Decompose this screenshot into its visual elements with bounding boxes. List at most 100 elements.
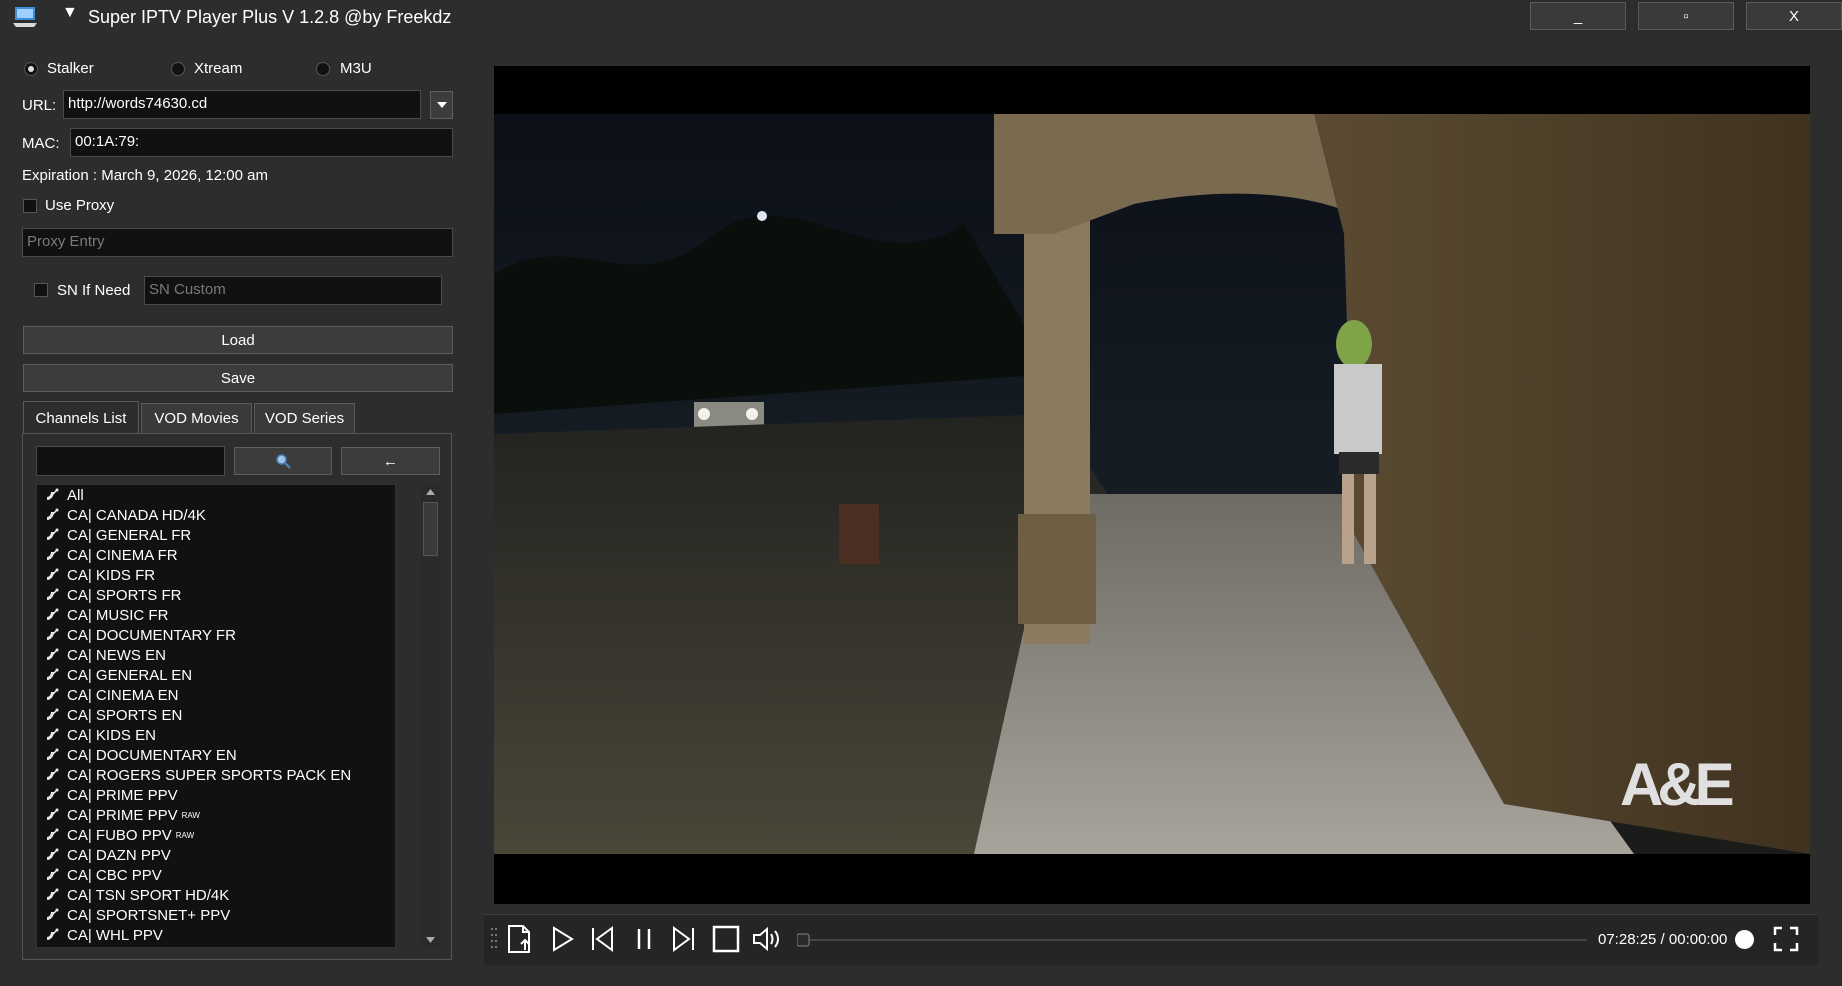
satellite-dish-icon bbox=[47, 588, 59, 600]
channel-list-item[interactable]: CA| DOCUMENTARY EN bbox=[37, 745, 395, 765]
channel-list-item[interactable]: CA| SPORTS FR bbox=[37, 585, 395, 605]
channel-search-input[interactable] bbox=[36, 446, 225, 476]
previous-icon[interactable] bbox=[587, 924, 617, 954]
channel-list-item[interactable]: CA| PRIME PPV RAW bbox=[37, 805, 395, 825]
scroll-down-arrow-icon[interactable] bbox=[426, 937, 435, 943]
volume-icon[interactable] bbox=[752, 924, 782, 954]
channel-list-item[interactable]: CA| GENERAL FR bbox=[37, 525, 395, 545]
seek-slider[interactable] bbox=[797, 933, 1587, 947]
channel-list-item[interactable]: CA| CBC PPV bbox=[37, 865, 395, 885]
channel-list-item[interactable]: CA| FUBO PPV RAW bbox=[37, 825, 395, 845]
channel-name: CA| DAZN PPV bbox=[67, 846, 171, 864]
next-icon[interactable] bbox=[669, 924, 699, 954]
scrollbar-thumb[interactable] bbox=[423, 502, 438, 556]
channel-name: CA| CANADA HD/4K bbox=[67, 506, 206, 524]
tab-vod-movies[interactable]: VOD Movies bbox=[141, 403, 252, 433]
channel-name: All bbox=[67, 486, 84, 504]
radio-stalker[interactable] bbox=[24, 62, 38, 76]
url-dropdown-button[interactable] bbox=[430, 91, 453, 119]
back-button[interactable]: ← bbox=[341, 447, 440, 475]
satellite-dish-icon bbox=[47, 568, 59, 580]
search-button[interactable] bbox=[234, 447, 332, 475]
channel-list-item[interactable]: CA| NEWS EN bbox=[37, 645, 395, 665]
sn-custom-input[interactable]: SN Custom bbox=[144, 276, 442, 305]
channel-tag: RAW bbox=[175, 830, 195, 840]
tab-vod-series[interactable]: VOD Series bbox=[254, 403, 355, 433]
scroll-up-arrow-icon[interactable] bbox=[426, 489, 435, 495]
channel-name: CA| DOCUMENTARY EN bbox=[67, 746, 237, 764]
time-display: 07:28:25 / 00:00:00 bbox=[1598, 931, 1728, 948]
satellite-dish-icon bbox=[47, 608, 59, 620]
channel-list-item[interactable]: CA| SPORTSNET+ PPV bbox=[37, 905, 395, 925]
channel-list-item[interactable]: CA| DAZN PPV bbox=[37, 845, 395, 865]
volume-knob[interactable] bbox=[1735, 930, 1754, 949]
satellite-dish-icon bbox=[47, 548, 59, 560]
channel-list-item[interactable]: CA| MUSIC FR bbox=[37, 605, 395, 625]
channel-name: CA| TSN SPORT HD/4K bbox=[67, 886, 230, 904]
satellite-dish-icon bbox=[47, 708, 59, 720]
channel-list-item[interactable]: CA| CANADA HD/4K bbox=[37, 505, 395, 525]
use-proxy-checkbox[interactable] bbox=[23, 199, 37, 213]
mac-input[interactable]: 00:1A:79: bbox=[70, 128, 453, 157]
satellite-dish-icon bbox=[47, 868, 59, 880]
chevron-down-icon bbox=[436, 102, 447, 108]
radio-m3u-label: M3U bbox=[340, 60, 372, 77]
radio-xtream[interactable] bbox=[171, 62, 185, 76]
satellite-dish-icon bbox=[47, 528, 59, 540]
channel-list-item[interactable]: CA| ROGERS SUPER SPORTS PACK EN bbox=[37, 765, 395, 785]
satellite-dish-icon bbox=[47, 488, 59, 500]
satellite-dish-icon bbox=[47, 808, 59, 820]
grip-handle-icon[interactable] bbox=[490, 926, 498, 952]
channel-name: CA| WHL PPV bbox=[67, 926, 163, 944]
satellite-dish-icon bbox=[47, 628, 59, 640]
url-input[interactable]: http://words74630.cd bbox=[63, 90, 421, 119]
satellite-dish-icon bbox=[47, 908, 59, 920]
video-picture bbox=[494, 114, 1810, 854]
seek-handle[interactable] bbox=[797, 933, 810, 947]
tab-channels-list[interactable]: Channels List bbox=[23, 401, 139, 434]
app-monitor-icon bbox=[13, 7, 37, 27]
channel-name: CA| FUBO PPV bbox=[67, 826, 172, 844]
fullscreen-icon[interactable] bbox=[1771, 924, 1801, 954]
open-file-icon[interactable] bbox=[505, 924, 535, 954]
radio-m3u[interactable] bbox=[316, 62, 330, 76]
satellite-dish-icon bbox=[47, 728, 59, 740]
save-button[interactable]: Save bbox=[23, 364, 453, 392]
channel-list-item[interactable]: CA| PRIME PPV bbox=[37, 785, 395, 805]
pause-icon[interactable] bbox=[629, 924, 659, 954]
satellite-dish-icon bbox=[47, 688, 59, 700]
channel-list-item[interactable]: All bbox=[37, 485, 395, 505]
proxy-entry-input[interactable]: Proxy Entry bbox=[22, 228, 453, 257]
maximize-button[interactable]: ▫ bbox=[1638, 2, 1734, 30]
channel-list-item[interactable]: CA| DOCUMENTARY FR bbox=[37, 625, 395, 645]
window-title: Super IPTV Player Plus V 1.2.8 @by Freek… bbox=[88, 7, 452, 27]
radio-stalker-label: Stalker bbox=[47, 60, 94, 77]
channel-list-item[interactable]: CA| SPORTS EN bbox=[37, 705, 395, 725]
channel-list-item[interactable]: CA| CINEMA EN bbox=[37, 685, 395, 705]
play-icon[interactable] bbox=[547, 924, 577, 954]
channel-name: CA| KIDS FR bbox=[67, 566, 156, 584]
satellite-dish-icon bbox=[47, 768, 59, 780]
channel-name: CA| NEWS EN bbox=[67, 646, 166, 664]
use-proxy-label: Use Proxy bbox=[45, 197, 115, 214]
minimize-button[interactable]: _ bbox=[1530, 2, 1626, 30]
satellite-dish-icon bbox=[47, 748, 59, 760]
satellite-dish-icon bbox=[47, 888, 59, 900]
channel-list[interactable]: All CA| CANADA HD/4K CA| GENERAL FR CA| CIN… bbox=[36, 484, 396, 948]
stop-icon[interactable] bbox=[711, 924, 741, 954]
channel-list-item[interactable]: CA| TSN SPORT HD/4K bbox=[37, 885, 395, 905]
sn-checkbox[interactable] bbox=[34, 283, 48, 297]
channel-list-item[interactable]: CA| KIDS FR bbox=[37, 565, 395, 585]
channel-name: CA| MUSIC FR bbox=[67, 606, 169, 624]
channel-name: CA| KIDS EN bbox=[67, 726, 156, 744]
satellite-dish-icon bbox=[47, 508, 59, 520]
close-button[interactable]: X bbox=[1746, 2, 1842, 30]
channel-list-item[interactable]: CA| WHL PPV bbox=[37, 925, 395, 945]
load-button[interactable]: Load bbox=[23, 326, 453, 354]
radio-xtream-label: Xtream bbox=[194, 60, 243, 77]
channel-list-item[interactable]: CA| GENERAL EN bbox=[37, 665, 395, 685]
satellite-dish-icon bbox=[47, 668, 59, 680]
channel-list-item[interactable]: CA| CINEMA FR bbox=[37, 545, 395, 565]
channel-list-item[interactable]: CA| KIDS EN bbox=[37, 725, 395, 745]
system-menu-arrow-icon[interactable]: ▼ bbox=[62, 4, 78, 22]
